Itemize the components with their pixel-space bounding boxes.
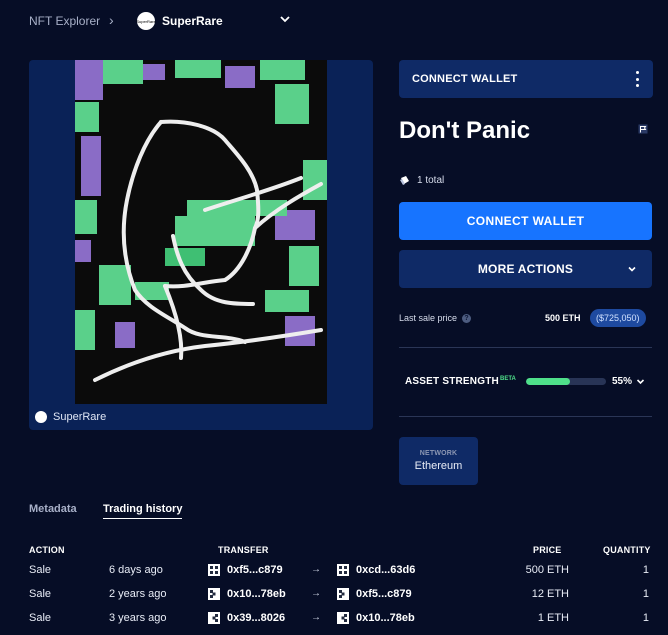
to-address-text[interactable]: 0xcd...63d6 (356, 564, 415, 576)
row-time: 2 years ago (109, 588, 167, 600)
last-sale-eth: 500 ETH (545, 313, 581, 323)
flag-icon[interactable] (638, 124, 648, 134)
column-header-action: ACTION (29, 545, 65, 555)
column-header-transfer: TRANSFER (218, 545, 269, 555)
last-sale-label: Last sale price ? (399, 313, 472, 323)
column-header-quantity: QUANTITY (603, 545, 651, 555)
row-time: 6 days ago (109, 564, 163, 576)
wallet-bar-label[interactable]: CONNECT WALLET (412, 73, 517, 85)
row-quantity: 1 (642, 588, 649, 600)
row-to-address[interactable]: 0xcd...63d6 (337, 564, 415, 576)
tab-metadata[interactable]: Metadata (29, 503, 77, 515)
to-address-text[interactable]: 0x10...78eb (356, 612, 415, 624)
wallet-avatar-icon (208, 588, 220, 600)
row-action: Sale (29, 564, 52, 576)
artwork-source[interactable]: SuperRare (35, 411, 106, 423)
row-from-address[interactable]: 0xf5...c879 (208, 564, 283, 576)
chevron-down-icon[interactable] (626, 263, 638, 275)
help-icon[interactable]: ? (462, 313, 472, 323)
owners-count-label: 1 total (417, 175, 445, 186)
row-to-address[interactable]: 0x10...78eb (337, 612, 415, 624)
asset-strength-bar (526, 378, 606, 385)
artwork-source-label: SuperRare (53, 411, 107, 423)
breadcrumb-nft-explorer[interactable]: NFT Explorer (29, 14, 100, 28)
superrare-logo-icon (35, 411, 47, 423)
chevron-right-icon: › (109, 12, 114, 28)
from-address-text[interactable]: 0xf5...c879 (227, 564, 283, 576)
divider (399, 347, 652, 348)
column-header-price: PRICE (533, 545, 562, 555)
owners-icon (400, 176, 409, 185)
wallet-avatar-icon (208, 612, 220, 624)
row-time: 3 years ago (109, 612, 167, 624)
wallet-avatar-icon (337, 588, 349, 600)
row-from-address[interactable]: 0x10...78eb (208, 588, 286, 600)
network-value: Ethereum (414, 460, 463, 472)
network-box: NETWORK Ethereum (399, 437, 478, 485)
row-price: 1 ETH (537, 612, 569, 624)
arrow-right-icon: → (311, 612, 321, 623)
artwork-image[interactable] (75, 60, 327, 404)
row-action: Sale (29, 612, 52, 624)
from-address-text[interactable]: 0x39...8026 (227, 612, 285, 624)
asset-strength-label: ASSET STRENGTH (405, 376, 499, 387)
row-to-address[interactable]: 0xf5...c879 (337, 588, 412, 600)
from-address-text[interactable]: 0x10...78eb (227, 588, 286, 600)
last-sale-label-text: Last sale price (399, 313, 458, 323)
last-sale-usd-badge: ($725,050) (590, 309, 646, 327)
wallet-avatar-icon (337, 612, 349, 624)
collection-logo: SuperRare (136, 12, 156, 30)
row-action: Sale (29, 588, 52, 600)
asset-strength-fill (526, 378, 570, 385)
row-price: 12 ETH (531, 588, 569, 600)
tab-trading-history[interactable]: Trading history (103, 503, 183, 519)
arrow-right-icon: → (311, 564, 321, 575)
asset-strength-percent: 55% (612, 376, 633, 387)
arrow-right-icon: → (311, 588, 321, 599)
owners-count: 1 total (399, 175, 444, 186)
row-quantity: 1 (642, 612, 649, 624)
beta-badge: BETA (500, 376, 516, 382)
wallet-avatar-icon (337, 564, 349, 576)
chevron-down-icon[interactable] (279, 12, 291, 26)
artwork-drawing (75, 60, 327, 404)
kebab-menu-icon[interactable] (632, 71, 642, 87)
wallet-avatar-icon (208, 564, 220, 576)
row-from-address[interactable]: 0x39...8026 (208, 612, 285, 624)
row-price: 500 ETH (525, 564, 569, 576)
breadcrumb-collection[interactable]: SuperRare (162, 14, 223, 28)
more-actions-button[interactable]: MORE ACTIONS (399, 250, 652, 288)
row-quantity: 1 (642, 564, 649, 576)
connect-wallet-button[interactable]: CONNECT WALLET (399, 202, 652, 240)
chevron-down-icon[interactable] (635, 376, 646, 387)
to-address-text[interactable]: 0xf5...c879 (356, 588, 412, 600)
network-label: NETWORK (419, 450, 458, 457)
divider (399, 416, 652, 417)
asset-title: Don't Panic (399, 117, 531, 144)
